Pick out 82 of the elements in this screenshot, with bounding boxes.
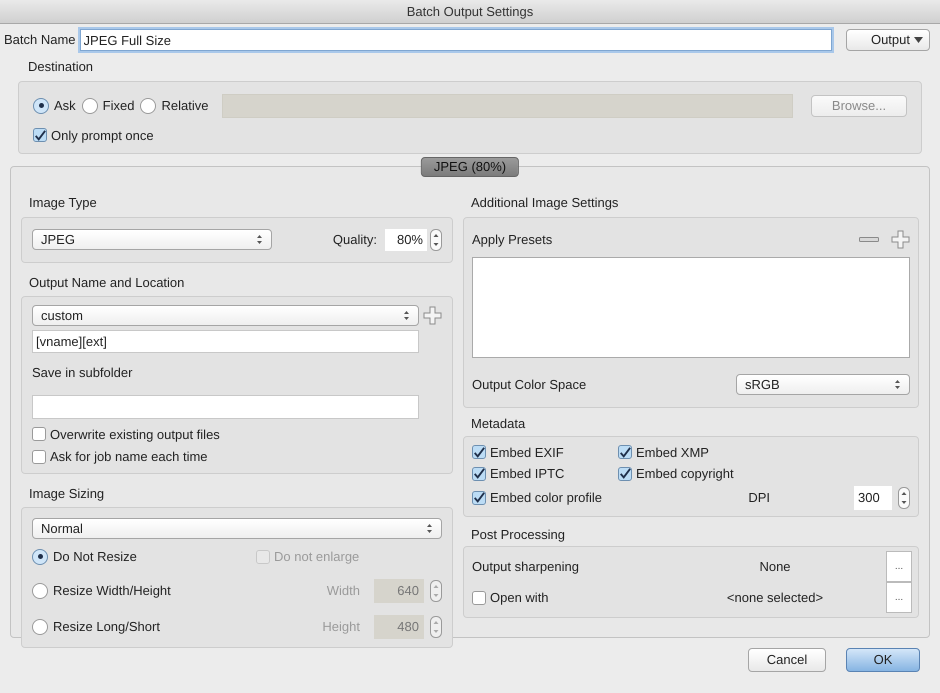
radio-button[interactable] bbox=[140, 98, 156, 114]
more-button[interactable]: ... bbox=[886, 582, 912, 613]
ok-button[interactable]: OK bbox=[846, 648, 920, 672]
check-icon bbox=[473, 467, 485, 480]
updown-arrows-icon bbox=[403, 310, 410, 321]
checkbox-label: Do not enlarge bbox=[274, 548, 360, 566]
radio-button[interactable] bbox=[32, 582, 48, 598]
checkbox-label: Embed copyright bbox=[636, 465, 734, 483]
format-tab[interactable]: JPEG (80%) bbox=[420, 157, 520, 177]
stepper[interactable] bbox=[430, 228, 442, 250]
plus-icon[interactable] bbox=[891, 230, 910, 249]
field-label: Output Color Space bbox=[472, 376, 586, 394]
checkbox[interactable] bbox=[618, 445, 632, 460]
checkbox[interactable] bbox=[33, 128, 47, 142]
more-button[interactable]: ... bbox=[886, 551, 912, 582]
radio-label: Resize Width/Height bbox=[53, 582, 171, 600]
checkbox-label: Ask for job name each time bbox=[50, 448, 208, 466]
dropdown[interactable]: Normal bbox=[32, 518, 442, 539]
checkbox[interactable] bbox=[472, 490, 486, 504]
plus-icon[interactable] bbox=[423, 306, 442, 325]
radio-label: Resize Long/Short bbox=[53, 618, 160, 636]
radio-label: Do Not Resize bbox=[53, 548, 137, 566]
field-label: Apply Presets bbox=[472, 230, 552, 249]
checkbox[interactable] bbox=[618, 466, 632, 481]
check-icon bbox=[619, 467, 631, 480]
field-label: Quality: bbox=[332, 230, 377, 249]
cancel-button[interactable]: Cancel bbox=[748, 648, 826, 672]
radio-label: Fixed bbox=[102, 96, 134, 115]
updown-arrows-icon bbox=[426, 523, 433, 534]
radio-button[interactable] bbox=[33, 98, 49, 114]
checkbox[interactable] bbox=[472, 466, 486, 481]
radio-button[interactable] bbox=[32, 548, 48, 565]
output-menu-button[interactable]: Output bbox=[846, 29, 930, 51]
section-title: Additional Image Settings bbox=[470, 194, 620, 212]
checkbox-label: Open with bbox=[490, 588, 549, 607]
value-label: None bbox=[758, 558, 792, 576]
field-label: DPI bbox=[748, 488, 770, 507]
text-field[interactable]: JPEG Full Size bbox=[80, 29, 832, 51]
checkbox[interactable] bbox=[472, 590, 486, 604]
minus-icon[interactable] bbox=[859, 236, 879, 242]
dropdown[interactable]: custom bbox=[32, 305, 419, 326]
updown-arrows-icon bbox=[256, 234, 263, 245]
field-label: Width bbox=[326, 582, 360, 600]
checkbox-label: Embed IPTC bbox=[490, 465, 564, 483]
checkbox-label: Embed color profile bbox=[490, 488, 602, 507]
checkbox[interactable] bbox=[32, 427, 46, 442]
checkbox[interactable] bbox=[32, 450, 46, 464]
checkbox[interactable] bbox=[472, 445, 486, 460]
radio-button[interactable] bbox=[82, 98, 98, 114]
checkbox-label: Only prompt once bbox=[51, 126, 154, 145]
section-title: Image Type bbox=[28, 194, 98, 212]
quality-field[interactable]: 80% bbox=[385, 228, 427, 250]
field-label: Output sharpening bbox=[472, 558, 579, 574]
dropdown[interactable]: JPEG bbox=[32, 229, 272, 250]
section-title: Metadata bbox=[470, 415, 526, 433]
checkbox-label: Embed XMP bbox=[636, 444, 709, 462]
text-field[interactable] bbox=[32, 394, 419, 418]
text-field[interactable]: [vname][ext] bbox=[32, 330, 419, 353]
field-label: Save in subfolder bbox=[32, 364, 134, 382]
section-title: Post Processing bbox=[470, 526, 566, 544]
check-icon bbox=[473, 446, 485, 459]
section-title: Output Name and Location bbox=[28, 274, 186, 292]
field-label: Batch Name bbox=[4, 31, 76, 50]
radio-button[interactable] bbox=[32, 618, 48, 634]
dropdown-arrow-icon bbox=[914, 37, 923, 43]
field-label: Height bbox=[322, 618, 360, 636]
check-icon bbox=[473, 491, 485, 504]
check-icon bbox=[619, 446, 631, 459]
number-field[interactable]: 300 bbox=[854, 486, 892, 510]
value-label: <none selected> bbox=[726, 588, 824, 607]
stepper[interactable] bbox=[898, 486, 910, 508]
radio-label: Relative bbox=[161, 96, 208, 115]
window-title: Batch Output Settings bbox=[0, 0, 940, 24]
checkbox-label: Overwrite existing output files bbox=[50, 426, 220, 444]
section-title: Destination bbox=[27, 58, 94, 76]
presets-list[interactable] bbox=[472, 257, 910, 358]
updown-arrows-icon bbox=[894, 379, 901, 390]
radio-label: Ask bbox=[54, 96, 76, 115]
checkbox-label: Embed EXIF bbox=[490, 444, 564, 462]
check-icon bbox=[34, 128, 46, 142]
section-title: Image Sizing bbox=[28, 484, 106, 503]
dropdown[interactable]: sRGB bbox=[736, 374, 910, 395]
